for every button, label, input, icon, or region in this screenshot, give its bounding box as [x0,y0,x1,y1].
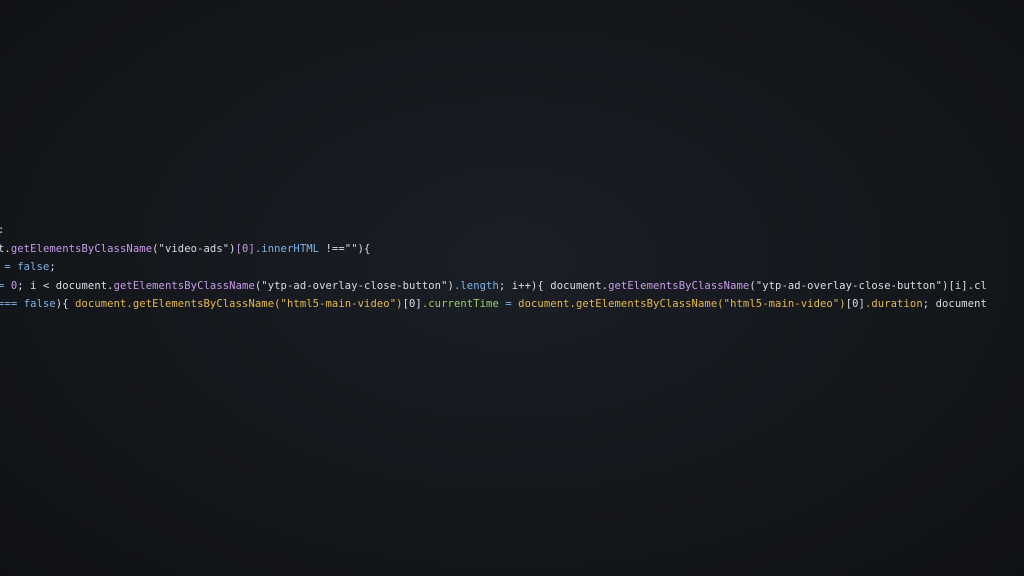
code-line: : [0,221,987,240]
code-token: [0] [235,242,255,255]
code-token: .duration [864,298,923,310]
code-token: ; document [922,298,987,310]
code-editor[interactable]: :t.getElementsByClassName("video-ads")[0… [0,0,1024,576]
code-token: : [0,224,4,236]
code-token: !==""){ [319,242,371,255]
code-token: ("ytp-ad-overlay-close-button") [749,279,949,292]
code-block[interactable]: :t.getElementsByClassName("video-ads")[0… [0,221,987,314]
code-line: = false; [0,258,987,277]
code-token: [i].cl [948,279,987,292]
code-token: = [498,298,519,310]
code-line: t.getElementsByClassName("video-ads")[0]… [0,240,987,259]
code-token: = [4,261,11,273]
code-token: ("ytp-ad-overlay-close-button") [254,279,454,292]
code-token: getElementsByClassName [608,279,750,292]
code-token: ; [49,261,56,273]
code-token: .currentTime [421,298,499,310]
code-token: ; i < document. [17,279,114,292]
code-token: ("html5-main-video") [274,298,403,310]
code-line: = 0; i < document.getElementsByClassName… [0,277,987,296]
code-token: ("html5-main-video") [717,298,846,310]
code-token: getElementsByClassName [113,279,255,292]
code-token: false [17,261,50,273]
code-token: ; i++){ document. [498,279,609,292]
code-token: .length [453,279,499,292]
code-token: t. [0,242,11,255]
code-token: ){ [55,298,76,310]
code-token: ("video-ads") [152,242,236,255]
code-token: document.getElementsByClassName [518,298,718,310]
code-token: = [0,279,5,292]
code-token: === [0,298,24,310]
code-token: false [23,298,56,310]
code-token: document.getElementsByClassName [75,298,275,310]
code-token: getElementsByClassName [10,242,153,255]
code-token: [0] [845,298,865,310]
code-line: === false){ document.getElementsByClassN… [0,295,987,314]
code-token: [0] [402,298,422,310]
code-token: .innerHTML [254,242,320,255]
